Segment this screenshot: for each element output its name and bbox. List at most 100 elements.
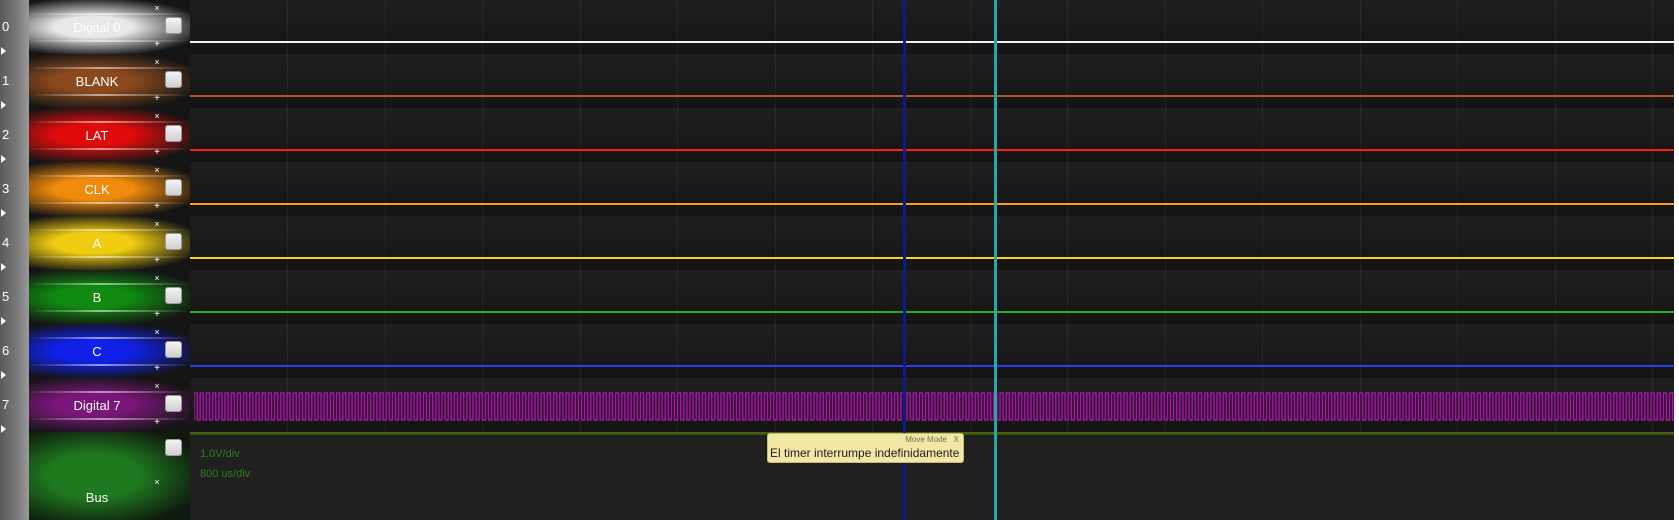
- channel-index: 6: [2, 343, 10, 358]
- arrow-right-icon[interactable]: [1, 371, 6, 379]
- channel-name: Digital 7: [73, 398, 121, 413]
- channel-label-b[interactable]: B × +: [29, 270, 190, 324]
- channel-visible-checkbox[interactable]: [165, 179, 182, 196]
- close-icon[interactable]: ×: [152, 327, 162, 337]
- label-sheen: [29, 202, 190, 204]
- signal-lane: [190, 108, 1679, 162]
- signal-lane: [190, 270, 1679, 324]
- label-sheen: [29, 175, 190, 177]
- arrow-right-icon[interactable]: [1, 425, 6, 433]
- label-sheen: [29, 364, 190, 366]
- grid-line: [1652, 0, 1653, 432]
- close-icon[interactable]: ×: [152, 273, 162, 283]
- channel-name: CLK: [84, 182, 110, 197]
- volts-per-div-readout: 1,0V/div: [200, 448, 240, 460]
- channel-label-a[interactable]: A × +: [29, 216, 190, 270]
- grid-line: [1457, 0, 1458, 432]
- arrow-right-icon[interactable]: [1, 155, 6, 163]
- close-icon[interactable]: ×: [152, 219, 162, 229]
- grid-line: [482, 0, 483, 432]
- channel-label-clk[interactable]: CLK × +: [29, 162, 190, 216]
- close-icon[interactable]: ×: [152, 381, 162, 391]
- window-right-edge: [1674, 0, 1679, 520]
- channel-label-bus[interactable]: × Bus: [29, 432, 190, 520]
- close-icon[interactable]: ×: [152, 111, 162, 121]
- logic-analyzer-window: 0 1 2 3 4 5 6 7 Digital 0 × + BLANK × + LAT × + CLK × + A × +…: [0, 0, 1679, 520]
- channel-visible-checkbox[interactable]: [165, 395, 182, 412]
- grid-line: [775, 0, 776, 432]
- arrow-right-icon[interactable]: [1, 209, 6, 217]
- time-per-div-readout: 800 us/div: [200, 468, 251, 480]
- label-sheen: [29, 337, 190, 339]
- grid-line: [872, 0, 873, 432]
- close-icon[interactable]: ×: [152, 57, 162, 67]
- add-icon[interactable]: +: [152, 310, 162, 320]
- label-sheen: [29, 256, 190, 258]
- arrow-right-icon[interactable]: [1, 47, 6, 55]
- channel-index-strip: 0 1 2 3 4 5 6 7: [0, 0, 29, 520]
- annotation-text: El timer interrumpe indefinidamente: [770, 446, 960, 460]
- add-icon[interactable]: +: [152, 256, 162, 266]
- channel-label-blank[interactable]: BLANK × +: [29, 54, 190, 108]
- grid-line: [1165, 0, 1166, 432]
- channel-name: B: [92, 290, 102, 305]
- label-sheen: [29, 148, 190, 150]
- label-sheen: [29, 121, 190, 123]
- arrow-right-icon[interactable]: [1, 317, 6, 325]
- grid-line: [1262, 0, 1263, 432]
- arrow-right-icon[interactable]: [1, 101, 6, 109]
- channel-visible-checkbox[interactable]: [165, 287, 182, 304]
- grid-line: [1555, 0, 1556, 432]
- channel-name: LAT: [85, 128, 109, 143]
- annotation-move-mode-label[interactable]: Move Mode: [905, 434, 947, 446]
- grid-line: [287, 0, 288, 432]
- grid-line: [970, 0, 971, 432]
- channel-visible-checkbox[interactable]: [165, 233, 182, 250]
- channel-label-digital-7[interactable]: Digital 7 × +: [29, 378, 190, 432]
- channel-index: 3: [2, 181, 10, 196]
- signal-trace: [190, 95, 1674, 97]
- add-icon[interactable]: +: [152, 418, 162, 428]
- arrow-right-icon[interactable]: [1, 263, 6, 271]
- channel-visible-checkbox[interactable]: [165, 341, 182, 358]
- channel-name: A: [92, 236, 102, 251]
- close-icon[interactable]: ×: [152, 165, 162, 175]
- channel-visible-checkbox[interactable]: [165, 71, 182, 88]
- annotation-close-button[interactable]: X: [954, 434, 959, 446]
- channel-visible-checkbox[interactable]: [165, 125, 182, 142]
- channel-index: 4: [2, 235, 10, 250]
- channel-index: 7: [2, 397, 10, 412]
- channel-label-c[interactable]: C × +: [29, 324, 190, 378]
- signal-trace: [190, 203, 1674, 205]
- channel-name: Digital 0: [73, 20, 121, 35]
- bus-visible-checkbox[interactable]: [165, 439, 182, 456]
- label-sheen: [29, 391, 190, 393]
- add-icon[interactable]: +: [152, 40, 162, 50]
- grid-line: [1067, 0, 1068, 432]
- add-icon[interactable]: +: [152, 94, 162, 104]
- channel-label-lat[interactable]: LAT × +: [29, 108, 190, 162]
- signal-lane: [190, 216, 1679, 270]
- label-sheen: [29, 229, 190, 231]
- channel-index: 0: [2, 19, 10, 34]
- channel-index: 2: [2, 127, 10, 142]
- add-icon[interactable]: +: [152, 202, 162, 212]
- signal-trace: [190, 149, 1674, 151]
- grid-line: [385, 0, 386, 432]
- add-icon[interactable]: +: [152, 148, 162, 158]
- label-sheen: [29, 310, 190, 312]
- channel-visible-checkbox[interactable]: [165, 17, 182, 34]
- label-sheen: [29, 67, 190, 69]
- label-sheen: [29, 13, 190, 15]
- grid-line: [1360, 0, 1361, 432]
- channel-name: BLANK: [75, 74, 119, 89]
- channel-label-digital-0[interactable]: Digital 0 × +: [29, 0, 190, 54]
- cursor-b[interactable]: [994, 0, 997, 520]
- add-icon[interactable]: +: [152, 364, 162, 374]
- close-icon[interactable]: ×: [152, 3, 162, 13]
- close-icon[interactable]: ×: [152, 477, 162, 487]
- signal-trace: [190, 365, 1674, 367]
- label-sheen: [29, 418, 190, 420]
- signal-lane: [190, 162, 1679, 216]
- annotation-note[interactable]: Move Mode X El timer interrumpe indefini…: [767, 433, 964, 463]
